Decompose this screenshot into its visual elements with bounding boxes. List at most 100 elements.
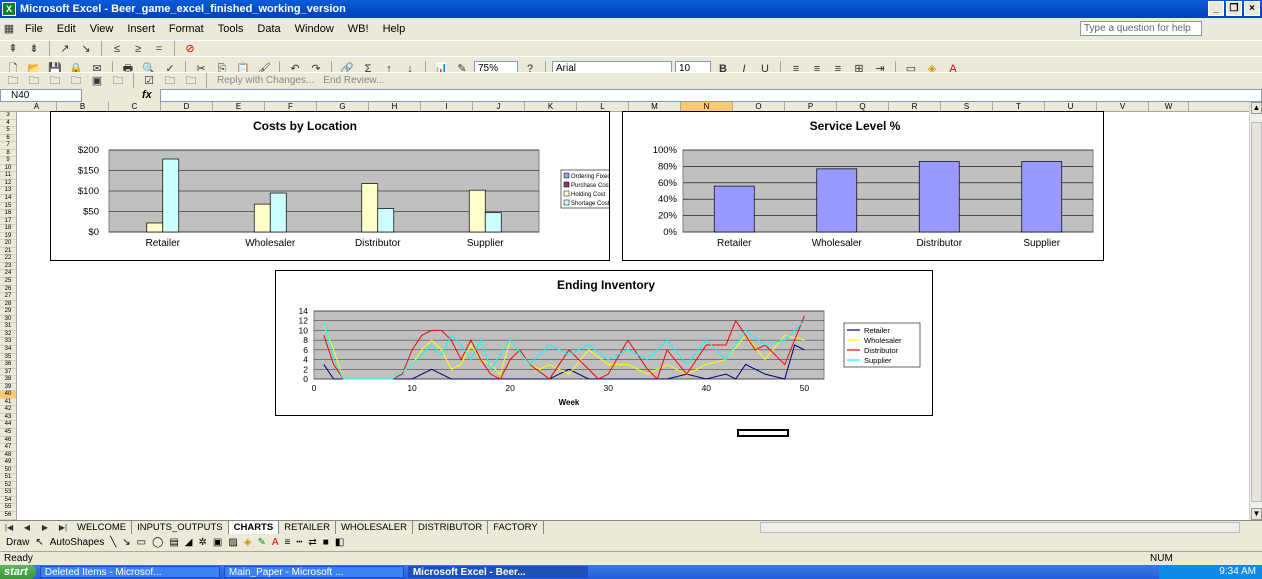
review-icon-8[interactable]: 🗀	[161, 72, 179, 90]
help-search-input[interactable]: Type a question for help	[1080, 21, 1202, 36]
dash-style-icon[interactable]: ┅	[296, 537, 302, 548]
select-objects-icon[interactable]: ↖	[35, 537, 43, 548]
row-header-4[interactable]: 4	[0, 120, 16, 128]
row-header-27[interactable]: 27	[0, 293, 16, 301]
row-header-31[interactable]: 31	[0, 323, 16, 331]
row-header-32[interactable]: 32	[0, 331, 16, 339]
text-color-icon[interactable]: A	[272, 537, 279, 548]
review-icon-4[interactable]: 🗀	[67, 72, 85, 90]
service-level-chart[interactable]: Service Level % 0% 20% 40% 60% 80% 100% Retaile…	[622, 111, 1104, 261]
reply-with-changes-button[interactable]: Reply with Changes...	[217, 75, 314, 86]
clipart-icon[interactable]: ▣	[213, 537, 222, 548]
row-header-41[interactable]: 41	[0, 399, 16, 407]
shadow-icon[interactable]: ■	[323, 537, 329, 548]
wordart-icon[interactable]: ◢	[185, 537, 193, 548]
row-header-26[interactable]: 26	[0, 286, 16, 294]
row-header-43[interactable]: 43	[0, 414, 16, 422]
fill-icon[interactable]: ◈	[244, 537, 252, 548]
row-header-36[interactable]: 36	[0, 361, 16, 369]
row-header-40[interactable]: 40	[0, 391, 16, 399]
sheet-tab-retailer[interactable]: RETAILER	[279, 521, 336, 534]
row-header-5[interactable]: 5	[0, 127, 16, 135]
row-header-48[interactable]: 48	[0, 452, 16, 460]
minimize-button[interactable]: _	[1208, 1, 1224, 16]
show-all-comments-icon[interactable]: ▣	[88, 72, 106, 90]
sheet-tab-inputs-outputs[interactable]: INPUTS_OUTPUTS	[132, 521, 229, 534]
circle-icon[interactable]: ⊘	[181, 40, 199, 58]
row-header-21[interactable]: 21	[0, 248, 16, 256]
row-header-42[interactable]: 42	[0, 406, 16, 414]
formula-input[interactable]	[159, 88, 1262, 102]
textbox-icon[interactable]: ▤	[169, 537, 178, 548]
row-header-11[interactable]: 11	[0, 172, 16, 180]
3d-icon[interactable]: ◧	[335, 537, 344, 548]
row-header-52[interactable]: 52	[0, 482, 16, 490]
ungroup-icon[interactable]: ⇟	[25, 40, 43, 58]
row-header-38[interactable]: 38	[0, 376, 16, 384]
oval-icon[interactable]: ◯	[152, 537, 163, 548]
row-header-47[interactable]: 47	[0, 444, 16, 452]
row-header-25[interactable]: 25	[0, 278, 16, 286]
menu-insert[interactable]: Insert	[120, 23, 162, 35]
line-icon[interactable]: ╲	[110, 537, 116, 548]
row-header-12[interactable]: 12	[0, 180, 16, 188]
row-header-15[interactable]: 15	[0, 203, 16, 211]
menu-window[interactable]: Window	[288, 23, 341, 35]
row-header-53[interactable]: 53	[0, 489, 16, 497]
menu-edit[interactable]: Edit	[50, 23, 83, 35]
column-header-v[interactable]: V	[1097, 102, 1149, 112]
row-header-34[interactable]: 34	[0, 346, 16, 354]
task-word[interactable]: Main_Paper - Microsoft ...	[223, 566, 404, 578]
rectangle-icon[interactable]: ▭	[137, 537, 146, 548]
sheet-tab-welcome[interactable]: WELCOME	[72, 521, 133, 534]
name-box[interactable]: N40	[0, 88, 82, 102]
end-review-button[interactable]: End Review...	[323, 75, 384, 86]
workbook-icon[interactable]: ▦	[0, 20, 18, 38]
scroll-down-icon[interactable]: ▼	[1251, 508, 1262, 520]
row-header-44[interactable]: 44	[0, 421, 16, 429]
row-header-7[interactable]: 7	[0, 142, 16, 150]
ending-inventory-chart[interactable]: Ending Inventory 0 2 4 6 8 10 12 14 0 10 20 30 40 50 We…	[275, 270, 933, 416]
row-header-39[interactable]: 39	[0, 384, 16, 392]
greater-equal-icon[interactable]: ≥	[129, 40, 147, 58]
menu-help[interactable]: Help	[376, 23, 413, 35]
menu-data[interactable]: Data	[250, 23, 287, 35]
review-icon-6[interactable]: 🗀	[109, 72, 127, 90]
review-icon-9[interactable]: 🗀	[182, 72, 200, 90]
row-header-18[interactable]: 18	[0, 225, 16, 233]
row-header-3[interactable]: 3	[0, 112, 16, 120]
equals-icon[interactable]: =	[150, 40, 168, 58]
row-header-22[interactable]: 22	[0, 255, 16, 263]
line-color-icon[interactable]: ✎	[257, 537, 265, 548]
task-excel[interactable]: Microsoft Excel - Beer...	[407, 566, 588, 578]
menu-view[interactable]: View	[83, 23, 121, 35]
trend-down-icon[interactable]: ↘	[77, 40, 95, 58]
row-header-30[interactable]: 30	[0, 316, 16, 324]
fx-icon[interactable]: fx	[142, 89, 152, 101]
row-header-20[interactable]: 20	[0, 240, 16, 248]
menu-tools[interactable]: Tools	[211, 23, 251, 35]
autoshapes-menu[interactable]: AutoShapes	[50, 537, 105, 548]
row-header-23[interactable]: 23	[0, 263, 16, 271]
restore-button[interactable]: ❐	[1226, 1, 1242, 16]
line-style-icon[interactable]: ≡	[285, 537, 291, 548]
review-icon-2[interactable]: 🗀	[25, 72, 43, 90]
draw-menu[interactable]: Draw	[6, 537, 29, 548]
row-header-14[interactable]: 14	[0, 195, 16, 203]
row-header-33[interactable]: 33	[0, 338, 16, 346]
sheet-tab-factory[interactable]: FACTORY	[488, 521, 544, 534]
less-equal-icon[interactable]: ≤	[108, 40, 126, 58]
menu-file[interactable]: File	[18, 23, 50, 35]
row-header-16[interactable]: 16	[0, 210, 16, 218]
row-header-17[interactable]: 17	[0, 218, 16, 226]
row-header-29[interactable]: 29	[0, 308, 16, 316]
row-header-6[interactable]: 6	[0, 135, 16, 143]
scroll-thumb[interactable]	[1251, 122, 1262, 502]
menu-wb[interactable]: WB!	[341, 23, 376, 35]
row-header-8[interactable]: 8	[0, 150, 16, 158]
start-button[interactable]: start	[0, 565, 36, 579]
row-header-35[interactable]: 35	[0, 354, 16, 362]
row-header-28[interactable]: 28	[0, 301, 16, 309]
row-header-9[interactable]: 9	[0, 157, 16, 165]
clock[interactable]: 9:34 AM	[1219, 566, 1256, 577]
